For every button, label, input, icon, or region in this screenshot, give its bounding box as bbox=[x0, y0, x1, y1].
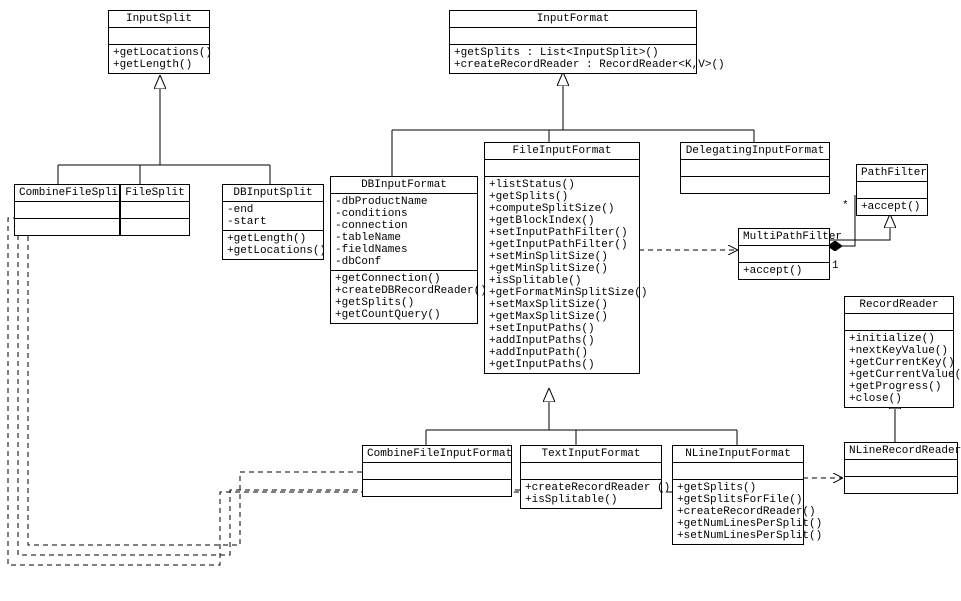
class-inputformat: InputFormat +getSplits : List<InputSplit… bbox=[449, 10, 697, 74]
m: +getProgress() bbox=[849, 381, 949, 393]
m: +createRecordReader : RecordReader<K,V>(… bbox=[454, 59, 692, 71]
m: +listStatus() bbox=[489, 179, 635, 191]
m: +getLength() bbox=[227, 233, 319, 245]
m: +getInputPathFilter() bbox=[489, 239, 635, 251]
m: +isSplitable() bbox=[525, 494, 657, 506]
m: +getSplits() bbox=[335, 297, 473, 309]
title: TextInputFormat bbox=[541, 448, 640, 460]
mult-star: * bbox=[842, 200, 849, 212]
m: +getBlockIndex() bbox=[489, 215, 635, 227]
class-delegatinginputformat: DelegatingInputFormat bbox=[680, 142, 830, 194]
a: -connection bbox=[335, 220, 473, 232]
m: +getCurrentValue() bbox=[849, 369, 949, 381]
m: +getCurrentKey() bbox=[849, 357, 949, 369]
class-nlinerecordreader: NLineRecordReader bbox=[844, 442, 958, 494]
title: DBInputSplit bbox=[233, 187, 312, 199]
a: -tableName bbox=[335, 232, 473, 244]
m: +getFormatMinSplitSize() bbox=[489, 287, 635, 299]
class-dbinputsplit: DBInputSplit -end -start +getLength() +g… bbox=[222, 184, 324, 260]
m: +getMinSplitSize() bbox=[489, 263, 635, 275]
title: CombineFileSplit bbox=[19, 187, 125, 199]
title: FileSplit bbox=[125, 187, 184, 199]
title: InputFormat bbox=[537, 13, 610, 25]
title: DelegatingInputFormat bbox=[686, 145, 825, 157]
class-combinefilesplit: CombineFileSplit bbox=[14, 184, 120, 236]
m: +getLocations() bbox=[113, 47, 205, 59]
class-recordreader: RecordReader +initialize()+nextKeyValue(… bbox=[844, 296, 954, 408]
m: +setMinSplitSize() bbox=[489, 251, 635, 263]
m: +createDBRecordReader() bbox=[335, 285, 473, 297]
m: +getSplits() bbox=[677, 482, 799, 494]
title: InputSplit bbox=[126, 13, 192, 25]
m: +createRecordReader () bbox=[525, 482, 657, 494]
m: +getLength() bbox=[113, 59, 205, 71]
m: +createRecordReader() bbox=[677, 506, 799, 518]
title: DBInputFormat bbox=[361, 179, 447, 191]
connectors bbox=[0, 0, 961, 601]
class-dbinputformat: DBInputFormat -dbProductName -conditions… bbox=[330, 176, 478, 324]
m: +getMaxSplitSize() bbox=[489, 311, 635, 323]
title: NLineRecordReader bbox=[849, 445, 961, 457]
a: -dbProductName bbox=[335, 196, 473, 208]
title: MultiPathFilter bbox=[743, 231, 842, 243]
m: +initialize() bbox=[849, 333, 949, 345]
m: +isSplitable() bbox=[489, 275, 635, 287]
m: +close() bbox=[849, 393, 949, 405]
mult-one: 1 bbox=[832, 260, 839, 272]
m: +computeSplitSize() bbox=[489, 203, 635, 215]
m: +getSplitsForFile() bbox=[677, 494, 799, 506]
class-multipathfilter: MultiPathFilter +accept() bbox=[738, 228, 830, 280]
class-combinefileinputformat: CombineFileInputFormat bbox=[362, 445, 512, 497]
m: +setMaxSplitSize() bbox=[489, 299, 635, 311]
title: CombineFileInputFormat bbox=[367, 448, 512, 460]
m: +nextKeyValue() bbox=[849, 345, 949, 357]
class-filesplit: FileSplit bbox=[120, 184, 190, 236]
m: +getConnection() bbox=[335, 273, 473, 285]
m: +accept() bbox=[861, 201, 923, 213]
m: +getCountQuery() bbox=[335, 309, 473, 321]
m: +setNumLinesPerSplit() bbox=[677, 530, 799, 542]
m: +addInputPath() bbox=[489, 347, 635, 359]
class-pathfilter: PathFilter +accept() bbox=[856, 164, 928, 216]
m: +accept() bbox=[743, 265, 825, 277]
title: PathFilter bbox=[861, 167, 927, 179]
class-nlineinputformat: NLineInputFormat +getSplits()+getSplitsF… bbox=[672, 445, 804, 545]
a: -fieldNames bbox=[335, 244, 473, 256]
class-textinputformat: TextInputFormat +createRecordReader () +… bbox=[520, 445, 662, 509]
m: +setInputPathFilter() bbox=[489, 227, 635, 239]
a: -dbConf bbox=[335, 256, 473, 268]
m: +getLocations() bbox=[227, 245, 319, 257]
a: -conditions bbox=[335, 208, 473, 220]
m: +getSplits() bbox=[489, 191, 635, 203]
a: -end bbox=[227, 204, 319, 216]
a: -start bbox=[227, 216, 319, 228]
title: FileInputFormat bbox=[512, 145, 611, 157]
class-inputsplit: InputSplit +getLocations() +getLength() bbox=[108, 10, 210, 74]
m: +getSplits : List<InputSplit>() bbox=[454, 47, 692, 59]
m: +getNumLinesPerSplit() bbox=[677, 518, 799, 530]
class-fileinputformat: FileInputFormat +listStatus()+getSplits(… bbox=[484, 142, 640, 374]
title: NLineInputFormat bbox=[685, 448, 791, 460]
m: +setInputPaths() bbox=[489, 323, 635, 335]
m: +addInputPaths() bbox=[489, 335, 635, 347]
title: RecordReader bbox=[859, 299, 938, 311]
m: +getInputPaths() bbox=[489, 359, 635, 371]
